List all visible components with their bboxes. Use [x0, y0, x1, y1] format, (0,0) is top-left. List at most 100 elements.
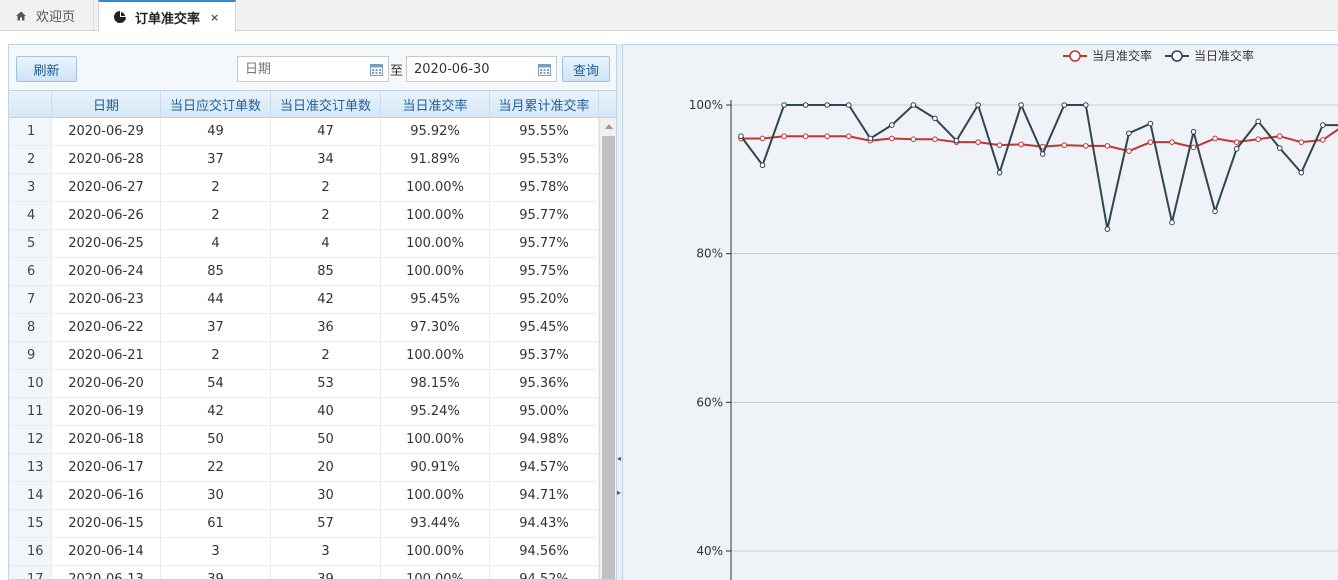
tab-order-ontime-rate[interactable]: 订单准交率 × — [98, 0, 236, 32]
due-orders-cell: 4 — [161, 230, 271, 257]
data-point — [1233, 146, 1240, 152]
vertical-scrollbar[interactable] — [599, 118, 616, 579]
data-point — [1190, 144, 1197, 151]
table-row[interactable]: 12 2020-06-18 50 50 100.00% 94.98% — [9, 426, 599, 454]
y-tick-label: 40% — [696, 544, 723, 558]
home-icon — [14, 9, 28, 23]
date-to-input[interactable] — [414, 61, 534, 77]
column-header-due-orders[interactable]: 当日应交订单数 — [161, 91, 271, 118]
monthly-rate-cell: 94.43% — [490, 510, 599, 537]
data-panel: 刷新 至 查询 日期 当日应交订单数 当日准交订单数 当日准交率 当月累计准交率… — [8, 44, 617, 580]
table-row[interactable]: 1 2020-06-29 49 47 95.92% 95.55% — [9, 118, 599, 146]
row-number: 11 — [9, 398, 52, 425]
calendar-icon[interactable] — [370, 63, 383, 76]
column-header-rownum — [9, 91, 52, 118]
daily-rate-cell: 100.00% — [381, 426, 490, 453]
table-row[interactable]: 8 2020-06-22 37 36 97.30% 95.45% — [9, 314, 599, 342]
close-icon[interactable]: × — [210, 11, 219, 24]
date-cell: 2020-06-27 — [52, 174, 161, 201]
daily-rate-cell: 100.00% — [381, 482, 490, 509]
ontime-orders-cell: 39 — [271, 566, 381, 579]
data-point — [1255, 136, 1262, 142]
legend-item[interactable]: 当日准交率 — [1165, 48, 1254, 63]
table-row[interactable]: 16 2020-06-14 3 3 100.00% 94.56% — [9, 538, 599, 566]
data-point — [738, 133, 744, 140]
scroll-up-icon[interactable] — [605, 124, 613, 129]
table-row[interactable]: 2 2020-06-28 37 34 91.89% 95.53% — [9, 146, 599, 174]
data-point — [1169, 219, 1175, 226]
data-point — [1169, 139, 1175, 145]
date-cell: 2020-06-26 — [52, 202, 161, 229]
daily-rate-cell: 100.00% — [381, 342, 490, 369]
ontime-orders-cell: 30 — [271, 482, 381, 509]
y-tick-label: 60% — [696, 395, 723, 409]
date-from-field[interactable] — [237, 56, 389, 82]
data-point — [953, 137, 960, 144]
calendar-icon[interactable] — [538, 63, 551, 76]
date-from-input[interactable] — [245, 61, 365, 77]
toolbar: 刷新 至 查询 — [9, 45, 616, 90]
data-point — [1276, 145, 1283, 151]
data-point — [1083, 102, 1089, 108]
table-row[interactable]: 7 2020-06-23 44 42 95.45% 95.20% — [9, 286, 599, 314]
table-row[interactable]: 3 2020-06-27 2 2 100.00% 95.78% — [9, 174, 599, 202]
daily-rate-cell: 97.30% — [381, 314, 490, 341]
table-row[interactable]: 17 2020-06-13 39 39 100.00% 94.52% — [9, 566, 599, 579]
data-point — [802, 102, 809, 108]
table-row[interactable]: 6 2020-06-24 85 85 100.00% 95.75% — [9, 258, 599, 286]
monthly-rate-cell: 94.56% — [490, 538, 599, 565]
refresh-button[interactable]: 刷新 — [16, 56, 77, 82]
date-cell: 2020-06-19 — [52, 398, 161, 425]
data-point — [1190, 128, 1197, 135]
date-to-field[interactable] — [406, 56, 557, 82]
y-tick-label: 100% — [689, 98, 723, 112]
due-orders-cell: 37 — [161, 146, 271, 173]
legend-label: 当日准交率 — [1194, 48, 1254, 63]
table-row[interactable]: 13 2020-06-17 22 20 90.91% 94.57% — [9, 454, 599, 482]
grid-header: 日期 当日应交订单数 当日准交订单数 当日准交率 当月累计准交率 — [9, 90, 616, 118]
table-row[interactable]: 15 2020-06-15 61 57 93.44% 94.43% — [9, 510, 599, 538]
scrollbar-thumb[interactable] — [602, 136, 615, 579]
tab-welcome[interactable]: 欢迎页 — [0, 0, 94, 31]
monthly-rate-cell: 94.98% — [490, 426, 599, 453]
column-header-monthly-rate[interactable]: 当月累计准交率 — [490, 91, 599, 118]
query-button[interactable]: 查询 — [562, 56, 610, 82]
row-number: 8 — [9, 314, 52, 341]
daily-rate-cell: 100.00% — [381, 230, 490, 257]
table-row[interactable]: 14 2020-06-16 30 30 100.00% 94.71% — [9, 482, 599, 510]
ontime-orders-cell: 53 — [271, 370, 381, 397]
date-cell: 2020-06-22 — [52, 314, 161, 341]
data-point — [759, 135, 766, 142]
table-row[interactable]: 11 2020-06-19 42 40 95.24% 95.00% — [9, 398, 599, 426]
row-number: 15 — [9, 510, 52, 537]
column-header-daily-rate[interactable]: 当日准交率 — [381, 91, 490, 118]
row-number: 16 — [9, 538, 52, 565]
data-point — [802, 133, 809, 140]
data-point — [1320, 122, 1326, 128]
data-point — [1083, 143, 1089, 149]
ontime-orders-cell: 85 — [271, 258, 381, 285]
legend-item[interactable]: 当月准交率 — [1063, 48, 1152, 63]
row-number: 4 — [9, 202, 52, 229]
data-point — [910, 136, 917, 142]
date-cell: 2020-06-17 — [52, 454, 161, 481]
due-orders-cell: 2 — [161, 174, 271, 201]
due-orders-cell: 54 — [161, 370, 271, 397]
ontime-orders-cell: 2 — [271, 202, 381, 229]
table-row[interactable]: 10 2020-06-20 54 53 98.15% 95.36% — [9, 370, 599, 398]
daily-rate-cell: 95.92% — [381, 118, 490, 145]
date-cell: 2020-06-15 — [52, 510, 161, 537]
daily-rate-cell: 90.91% — [381, 454, 490, 481]
daily-rate-cell: 100.00% — [381, 566, 490, 579]
line-chart: 100% 80% 60% 40% 当月准交率 当日准交率 — [689, 48, 1338, 580]
table-row[interactable]: 5 2020-06-25 4 4 100.00% 95.77% — [9, 230, 599, 258]
table-row[interactable]: 4 2020-06-26 2 2 100.00% 95.77% — [9, 202, 599, 230]
column-header-date[interactable]: 日期 — [52, 91, 161, 118]
row-number: 7 — [9, 286, 52, 313]
due-orders-cell: 50 — [161, 426, 271, 453]
column-header-ontime-orders[interactable]: 当日准交订单数 — [271, 91, 381, 118]
table-row[interactable]: 9 2020-06-21 2 2 100.00% 95.37% — [9, 342, 599, 370]
date-cell: 2020-06-18 — [52, 426, 161, 453]
daily-rate-cell: 100.00% — [381, 258, 490, 285]
row-number: 3 — [9, 174, 52, 201]
